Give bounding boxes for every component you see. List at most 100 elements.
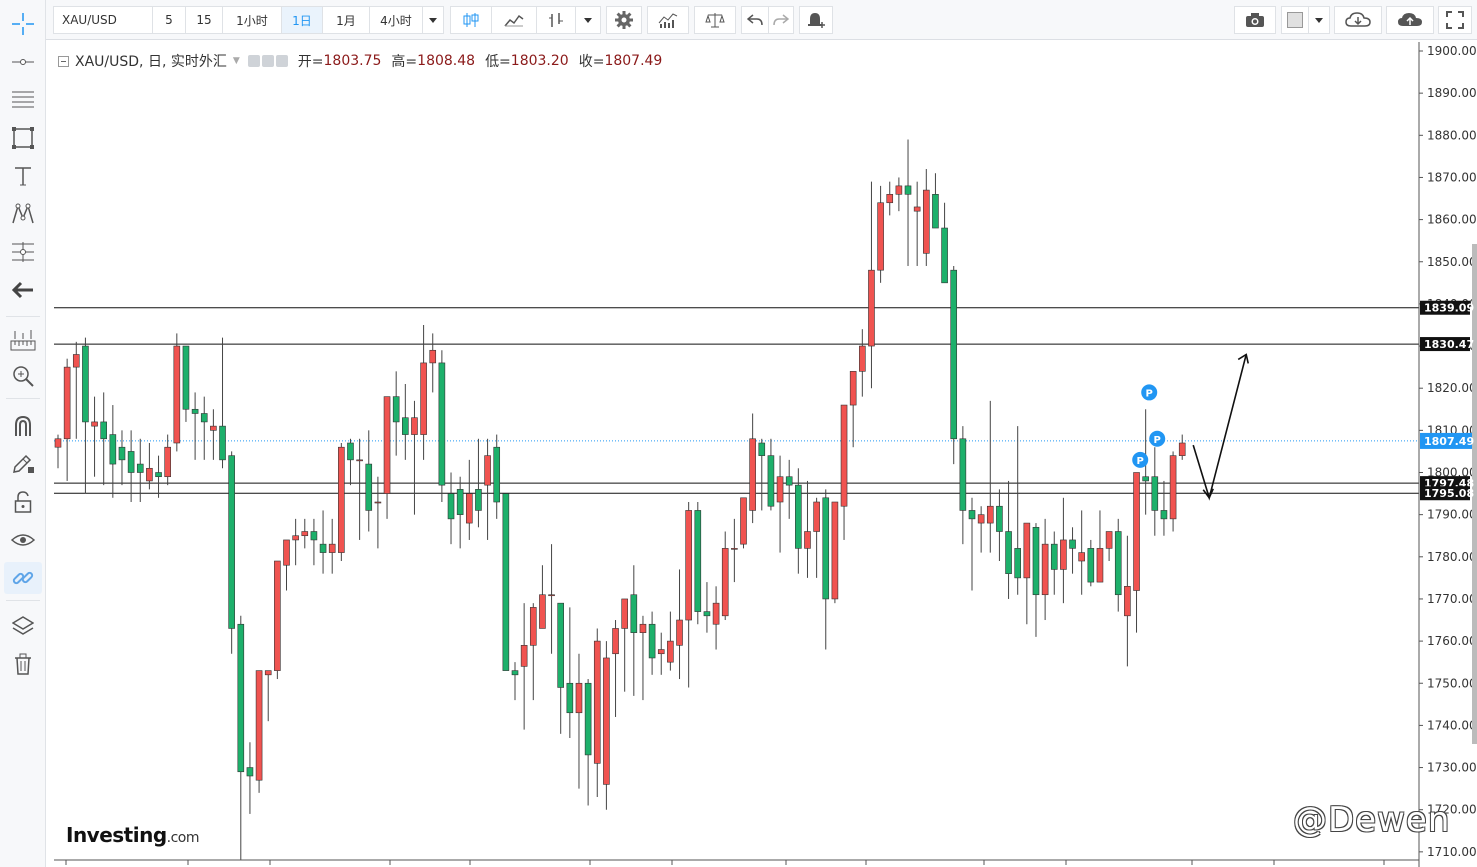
candle-body: [721, 548, 729, 617]
sync-drawings-tool[interactable]: [4, 562, 42, 594]
candle-body: [1096, 548, 1104, 583]
measure-tool[interactable]: [4, 324, 42, 356]
candle-body: [1060, 539, 1067, 570]
candle-body: [164, 446, 171, 478]
zoom-tool[interactable]: [4, 360, 42, 392]
candle-body: [1032, 526, 1040, 596]
level-price-label: 1830.47: [1424, 338, 1474, 351]
price-chart[interactable]: 1900.00 1890.00 1880.00 1870.00 1860.00 1850.…: [0, 0, 1477, 867]
pattern-tool[interactable]: [4, 198, 42, 230]
interval-1h[interactable]: 1小时: [222, 6, 282, 34]
text-icon: [15, 167, 31, 186]
fullscreen-button[interactable]: [1438, 6, 1472, 34]
color-picker-button[interactable]: [1281, 6, 1309, 34]
candle-body: [456, 489, 464, 515]
interval-1d[interactable]: 1日: [281, 6, 323, 34]
alert-button[interactable]: [799, 6, 833, 34]
redo-button[interactable]: [768, 6, 794, 34]
cloud-download-icon: [1345, 12, 1371, 27]
candle-body: [219, 425, 226, 461]
chevron-down-icon: [1315, 17, 1323, 23]
compare-button[interactable]: [536, 6, 576, 34]
candle-body: [767, 455, 775, 507]
text-tool[interactable]: [4, 160, 42, 192]
gear-icon[interactable]: [261, 55, 274, 67]
candle-body: [795, 484, 802, 549]
hide-drawings-tool[interactable]: [4, 524, 42, 556]
candle-body: [822, 497, 830, 600]
trend-line-tool[interactable]: [4, 46, 42, 78]
interval-4h[interactable]: 4小时: [369, 6, 423, 34]
chart-type-dropdown[interactable]: [575, 6, 601, 34]
interval-1mo[interactable]: 1月: [322, 6, 370, 34]
lock-tool[interactable]: [4, 486, 42, 518]
magnet-tool[interactable]: [4, 410, 42, 442]
collapse-legend-icon[interactable]: [58, 55, 69, 67]
candle-body: [859, 345, 866, 372]
indicators-button[interactable]: [491, 6, 537, 34]
crosshair-tool[interactable]: [4, 8, 42, 40]
price-tick-label: 1900.00: [1427, 44, 1477, 58]
candle-body: [996, 505, 1003, 532]
load-layout-button[interactable]: [1334, 6, 1382, 34]
candle-body: [840, 404, 848, 507]
stay-in-drawing-tool[interactable]: [4, 448, 42, 480]
candle-body: [237, 623, 245, 773]
candle-body: [950, 269, 958, 440]
p-marker[interactable]: P: [1132, 451, 1149, 468]
candle-body: [1160, 510, 1168, 520]
fib-tool[interactable]: [4, 84, 42, 116]
symbol-input[interactable]: XAU/USD: [53, 6, 153, 34]
chevron-down-icon[interactable]: ▼: [233, 56, 240, 66]
candle-body: [246, 767, 254, 777]
undo-button[interactable]: [741, 6, 769, 34]
close-label: 收=: [578, 54, 605, 70]
link-icon: [12, 571, 34, 585]
back-tool[interactable]: [4, 274, 42, 306]
candle-body: [63, 366, 71, 440]
prediction-tool[interactable]: [4, 236, 42, 268]
p-marker[interactable]: P: [1149, 430, 1166, 447]
candle-body: [100, 421, 107, 440]
layers-tool[interactable]: [4, 610, 42, 642]
trash-icon: [15, 653, 31, 675]
candle-body: [904, 185, 912, 195]
candle-body: [603, 657, 610, 785]
p-marker-label: P: [1146, 388, 1153, 399]
candle-body: [685, 510, 692, 621]
candle-body: [566, 682, 574, 714]
eye-icon: [11, 534, 35, 546]
p-marker[interactable]: P: [1141, 384, 1158, 401]
screenshot-button[interactable]: [1234, 6, 1276, 34]
chart-type-candles-button[interactable]: [450, 6, 492, 34]
color-dropdown[interactable]: [1308, 6, 1330, 34]
settings-button[interactable]: [606, 6, 642, 34]
pattern-icon: [12, 203, 34, 224]
close-icon[interactable]: [275, 55, 288, 67]
series-title[interactable]: XAU/USD, 日, 实时外汇: [75, 51, 227, 71]
candle-body: [465, 493, 473, 524]
remove-drawings-tool[interactable]: [4, 648, 42, 680]
candle-body: [392, 396, 400, 423]
interval-15[interactable]: 15: [185, 6, 223, 34]
p-marker-label: P: [1154, 435, 1161, 446]
candle-body: [274, 560, 281, 671]
candle-body: [146, 467, 153, 482]
candle-body: [1014, 548, 1022, 579]
eye-toggle-icon[interactable]: [247, 55, 260, 67]
candle-body: [475, 489, 482, 511]
studies-button[interactable]: [647, 6, 689, 34]
interval-5[interactable]: 5: [152, 6, 186, 34]
prediction-icon: [12, 242, 34, 262]
layers-icon: [12, 616, 34, 635]
candle-body: [1105, 531, 1113, 549]
interval-dropdown[interactable]: [422, 6, 444, 34]
compare-scale-button[interactable]: [694, 6, 736, 34]
candle-body: [493, 446, 501, 503]
price-tick-label: 1710.00: [1427, 845, 1477, 859]
rectangle-tool[interactable]: [4, 122, 42, 154]
candle-body: [438, 362, 446, 486]
save-layout-button[interactable]: [1386, 6, 1434, 34]
candle-body: [986, 505, 994, 524]
candle-body: [548, 594, 555, 597]
